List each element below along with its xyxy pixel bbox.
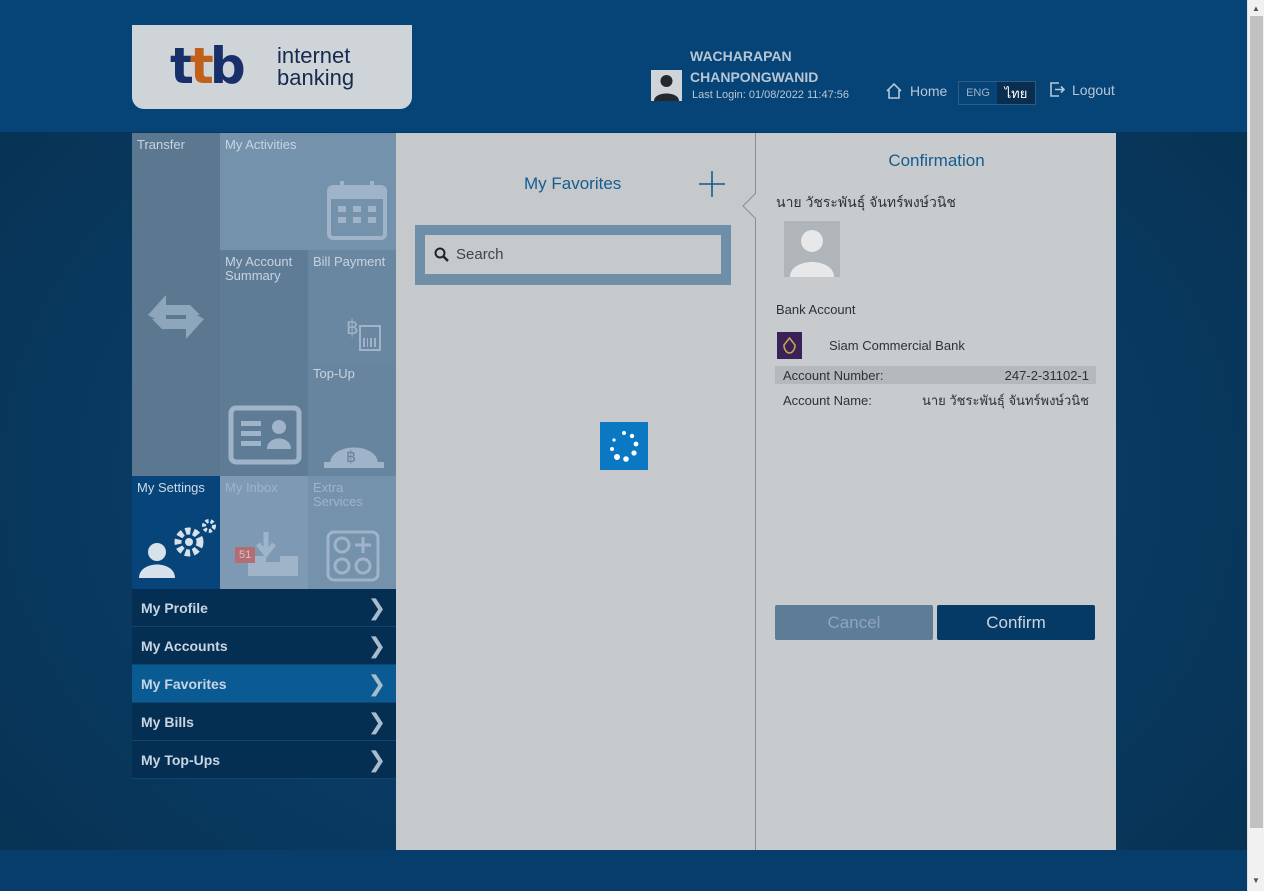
menu-item-my-accounts[interactable]: My Accounts ❯	[132, 627, 396, 665]
tile-my-inbox[interactable]: My Inbox 51	[220, 476, 308, 589]
payee-avatar	[784, 221, 840, 277]
menu-item-my-bills[interactable]: My Bills ❯	[132, 703, 396, 741]
tile-my-settings-label: My Settings	[137, 480, 205, 495]
add-favorite-button[interactable]	[698, 170, 726, 198]
chevron-right-icon: ❯	[367, 670, 386, 696]
lang-th[interactable]: ไทย	[997, 82, 1035, 104]
tile-top-up-label: Top-Up	[313, 366, 355, 381]
transfer-icon	[148, 295, 204, 339]
search-container: Search	[415, 225, 731, 285]
favorites-title: My Favorites	[524, 174, 622, 193]
favorites-panel: My Favorites Search	[396, 133, 755, 850]
account-number-value: 247-2-31102-1	[1004, 367, 1089, 383]
account-number-label: Account Number:	[783, 367, 884, 383]
loading-spinner	[600, 422, 648, 470]
tile-bill-payment[interactable]: Bill Payment ฿	[308, 250, 396, 362]
menu-item-label: My Profile	[141, 599, 208, 616]
settings-submenu: My Profile ❯ My Accounts ❯ My Favorites …	[132, 589, 396, 779]
settings-gears-icon	[139, 519, 216, 578]
confirm-button[interactable]: Confirm	[937, 605, 1095, 640]
bill-icon: ฿	[346, 315, 381, 351]
tile-my-activities-label: My Activities	[225, 137, 297, 152]
logo-text-line1: internet	[277, 43, 351, 68]
home-link[interactable]: Home	[885, 82, 947, 100]
svg-text:฿: ฿	[346, 447, 356, 466]
tile-my-inbox-label: My Inbox	[225, 480, 278, 495]
user-first-name: WACHARAPAN	[690, 48, 792, 64]
bank-logo	[777, 332, 802, 359]
logout-link[interactable]: Logout	[1049, 81, 1115, 98]
user-avatar	[651, 70, 682, 101]
plus-icon	[699, 171, 725, 197]
menu-item-label: My Favorites	[141, 675, 227, 692]
search-icon	[434, 247, 449, 262]
scb-logo-icon	[783, 336, 796, 354]
page-scrollbar[interactable]: ▲ ▼	[1247, 0, 1264, 891]
id-card-icon	[228, 405, 302, 465]
chevron-right-icon: ❯	[367, 746, 386, 772]
logo-text-line2: banking	[277, 65, 355, 90]
payee-name: นาย วัชระพันธุ์ จันทร์พงษ์วนิช	[776, 194, 956, 210]
menu-item-my-favorites[interactable]: My Favorites ❯	[132, 665, 396, 703]
language-switcher[interactable]: ENG ไทย	[958, 81, 1036, 105]
search-input[interactable]: Search	[425, 235, 721, 274]
svg-text:฿: ฿	[346, 315, 359, 339]
lang-eng[interactable]: ENG	[959, 82, 997, 104]
ttb-logo[interactable]: ttb internet banking	[132, 25, 412, 109]
cancel-button[interactable]: Cancel	[775, 605, 933, 640]
tile-transfer-label: Transfer	[137, 137, 185, 152]
account-name-value: นาย วัชระพันธุ์ จันทร์พงษ์วนิช	[921, 392, 1089, 408]
account-number-row: Account Number: 247-2-31102-1	[775, 366, 1096, 384]
logout-icon	[1050, 82, 1066, 97]
spinner-icon	[610, 431, 639, 462]
account-name-row: Account Name: นาย วัชระพันธุ์ จันทร์พงษ์…	[775, 391, 1096, 409]
tile-menu: Transfer My Activities My Account Summar…	[132, 133, 396, 589]
menu-item-label: My Accounts	[141, 637, 228, 654]
calendar-icon	[327, 181, 387, 240]
tile-my-activities[interactable]: My Activities	[220, 133, 396, 250]
search-placeholder: Search	[456, 246, 504, 263]
chevron-right-icon: ❯	[367, 708, 386, 734]
menu-item-my-top-ups[interactable]: My Top-Ups ❯	[132, 741, 396, 779]
confirmation-title: Confirmation	[888, 151, 985, 170]
person-icon	[790, 230, 834, 277]
logo-mark: ttb	[170, 37, 246, 95]
menu-item-label: My Bills	[141, 713, 194, 730]
confirmation-panel: Confirmation นาย วัชระพันธุ์ จันทร์พงษ์ว…	[742, 133, 1116, 850]
menu-item-my-profile[interactable]: My Profile ❯	[132, 589, 396, 627]
tile-top-up[interactable]: Top-Up ฿	[308, 362, 396, 476]
scrollbar-thumb[interactable]	[1250, 16, 1263, 828]
menu-item-label: My Top-Ups	[141, 751, 221, 768]
chevron-right-icon: ❯	[367, 594, 386, 620]
tile-my-account-summary-label: My Account Summary	[225, 254, 293, 283]
account-name-label: Account Name:	[783, 392, 872, 408]
person-icon	[654, 75, 679, 101]
tile-bill-payment-label: Bill Payment	[313, 254, 386, 269]
last-login: Last Login: 01/08/2022 11:47:56	[692, 89, 849, 101]
home-label: Home	[910, 83, 948, 99]
extra-services-icon	[326, 530, 380, 582]
tile-my-account-summary[interactable]: My Account Summary	[220, 250, 308, 476]
logout-label: Logout	[1072, 81, 1115, 98]
chevron-right-icon: ❯	[367, 632, 386, 658]
tile-extra-services-label: Extra Services	[313, 480, 363, 509]
footer-band	[0, 850, 1247, 891]
tile-transfer[interactable]: Transfer	[132, 133, 220, 476]
logo-text: internet banking	[277, 45, 354, 89]
user-last-name: CHANPONGWANID	[690, 69, 819, 85]
tile-extra-services[interactable]: Extra Services	[308, 476, 396, 589]
tile-my-settings[interactable]: My Settings	[132, 476, 220, 589]
bank-account-label: Bank Account	[776, 302, 856, 317]
inbox-count-badge: 51	[235, 547, 256, 563]
home-icon	[886, 82, 902, 99]
scroll-down-arrow-icon[interactable]: ▼	[1252, 876, 1260, 885]
user-name: WACHARAPAN CHANPONGWANID	[690, 46, 860, 88]
coin-icon: ฿	[324, 447, 384, 468]
scroll-up-arrow-icon[interactable]: ▲	[1252, 4, 1260, 13]
bank-name: Siam Commercial Bank	[829, 338, 965, 353]
